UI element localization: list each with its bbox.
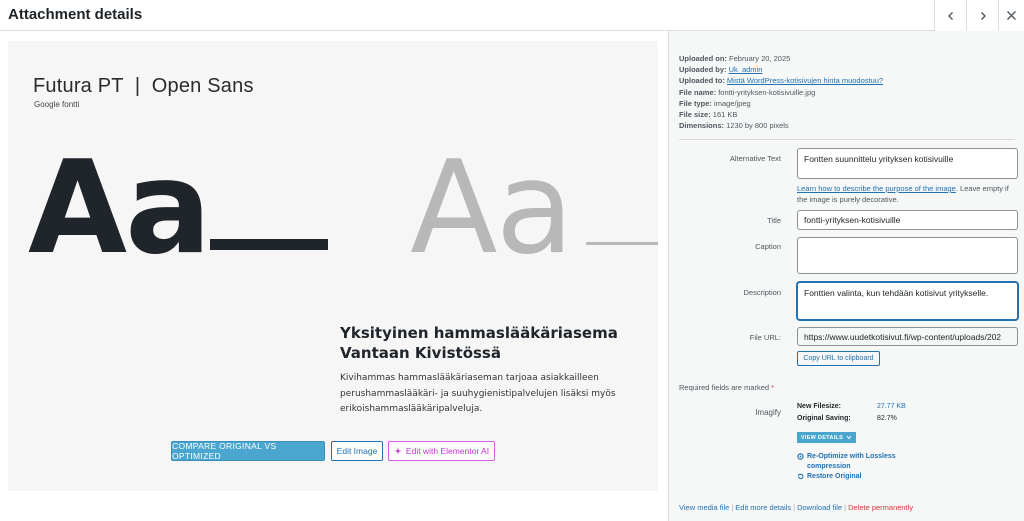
new-filesize-row: New Filesize: 27.77 KB xyxy=(797,403,906,410)
alt-text-textarea[interactable]: Fontten suunnittelu yrityksen kotisivuil… xyxy=(797,148,1018,179)
preview-google-label: Google fontti xyxy=(34,100,80,109)
restore-icon xyxy=(797,473,804,480)
imagify-label: Imagify xyxy=(755,408,781,417)
next-button[interactable] xyxy=(966,0,998,31)
file-details: Uploaded on: February 20, 2025 Uploaded … xyxy=(679,53,883,131)
alt-text-label: Alternative Text xyxy=(729,154,781,163)
image-preview: Futura PT | Open Sans Google fontti Aa A… xyxy=(8,41,658,491)
meta-dimensions: Dimensions: 1230 by 800 pixels xyxy=(679,121,789,131)
chevron-down-icon xyxy=(846,435,852,440)
file-url-input[interactable]: https://www.uudetkotisivut.fi/wp-content… xyxy=(797,327,1018,346)
required-fields-note: Required fields are marked * xyxy=(679,383,775,392)
file-url-label: File URL: xyxy=(749,333,781,342)
modal-title: Attachment details xyxy=(8,6,143,23)
download-file-link[interactable]: Download file xyxy=(797,503,842,512)
preview-dash-light xyxy=(586,242,658,245)
preview-dash-bold xyxy=(210,239,328,250)
description-textarea[interactable]: Fonttien valinta, kun tehdään kotisivut … xyxy=(797,282,1018,320)
preview-fonts-title: Futura PT | Open Sans xyxy=(33,75,254,97)
gear-icon xyxy=(797,453,804,460)
delete-permanently-link[interactable]: Delete permanently xyxy=(848,503,913,512)
caption-label: Caption xyxy=(755,242,781,251)
preview-aa-bold: Aa xyxy=(28,134,211,283)
meta-uploaded-to: Uploaded to: Mistä WordPress-kotisivujen… xyxy=(679,76,884,86)
caption-textarea[interactable] xyxy=(797,237,1018,274)
original-saving-row: Original Saving: 82.7% xyxy=(797,415,897,422)
view-details-button[interactable]: VIEW DETAILS xyxy=(797,432,856,443)
title-input[interactable]: fontti-yrityksen-kotisivuille xyxy=(797,210,1018,230)
meta-uploaded-by: Uploaded by: Uk_admin xyxy=(679,65,763,75)
uploaded-by-link[interactable]: Uk_admin xyxy=(729,65,763,74)
title-label: Title xyxy=(767,216,781,225)
close-icon xyxy=(1007,11,1016,20)
preview-body: Kivihammas hammaslääkäriaseman tarjoaa a… xyxy=(340,373,616,414)
preview-aa-light: Aa xyxy=(410,134,574,283)
description-label: Description xyxy=(743,288,781,297)
details-divider xyxy=(679,139,1015,140)
meta-file-type: File type: image/jpeg xyxy=(679,98,751,108)
compare-original-button[interactable]: COMPARE ORIGINAL VS OPTIMIZED xyxy=(171,441,325,461)
alt-text-help: Learn how to describe the purpose of the… xyxy=(797,184,1009,204)
modal-header: Attachment details xyxy=(0,0,1024,31)
edit-more-details-link[interactable]: Edit more details xyxy=(735,503,791,512)
attachment-actions: View media file | Edit more details | Downlo… xyxy=(679,503,914,512)
view-media-file-link[interactable]: View media file xyxy=(679,503,729,512)
meta-file-size: File size: 161 KB xyxy=(679,110,738,120)
alt-text-help-link[interactable]: Learn how to describe the purpose of the… xyxy=(797,184,956,193)
chevron-right-icon xyxy=(980,11,986,20)
meta-uploaded-on: Uploaded on: February 20, 2025 xyxy=(679,54,791,63)
copy-url-button[interactable]: Copy URL to clipboard xyxy=(797,351,880,366)
attachment-info-sidebar: Uploaded on: February 20, 2025 Uploaded … xyxy=(668,31,1024,521)
close-button[interactable] xyxy=(998,0,1024,31)
restore-original-link[interactable]: Restore Original xyxy=(797,472,861,482)
previous-button[interactable] xyxy=(934,0,966,31)
preview-heading: Yksityinen hammaslääkäriasema Vantaan Ki… xyxy=(340,324,618,362)
chevron-left-icon xyxy=(947,11,953,20)
elementor-button-label: Edit with Elementor AI xyxy=(405,446,490,456)
meta-file-name: File name: fontti-yrityksen-kotisivuille… xyxy=(679,87,816,97)
sparkle-icon xyxy=(394,447,402,455)
edit-image-button[interactable]: Edit Image xyxy=(331,441,383,461)
edit-with-elementor-ai-button[interactable]: Edit with Elementor AI xyxy=(388,441,495,461)
reoptimize-link[interactable]: Re-Optimize with Lossless compression xyxy=(797,452,907,472)
uploaded-to-link[interactable]: Mistä WordPress-kotisivujen hinta muodos… xyxy=(727,76,883,85)
